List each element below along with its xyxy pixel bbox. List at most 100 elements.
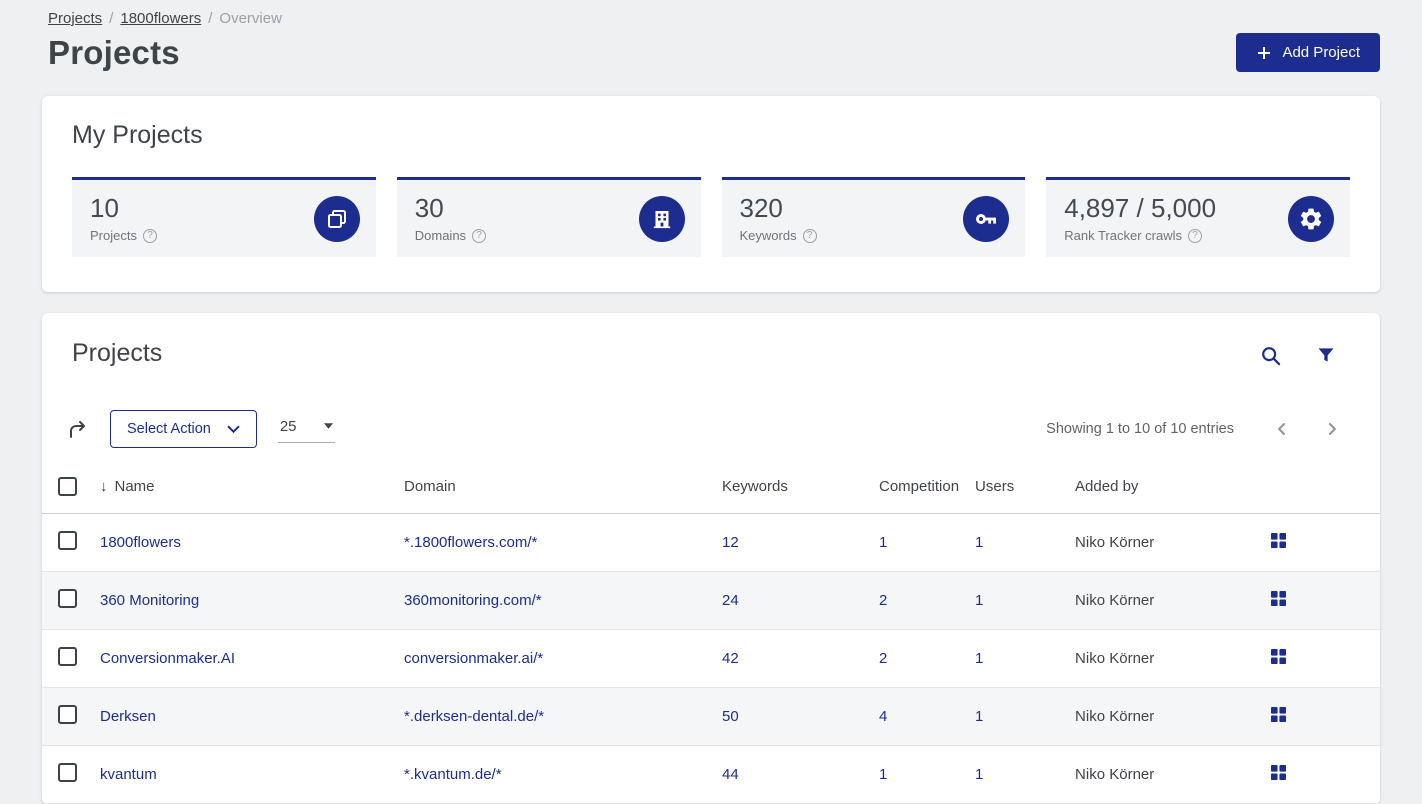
row-checkbox[interactable] xyxy=(58,763,77,782)
stat-domains-value: 30 xyxy=(415,194,486,223)
breadcrumb-separator: / xyxy=(208,10,212,27)
project-dashboard-icon[interactable] xyxy=(1271,765,1286,780)
table-row: 1800flowers *.1800flowers.com/* 12 1 1 N… xyxy=(42,514,1380,572)
stat-rank-tracker-value: 4,897 / 5,000 xyxy=(1064,194,1216,223)
plus-icon xyxy=(1256,45,1272,61)
project-dashboard-icon[interactable] xyxy=(1271,533,1286,548)
stat-projects-value: 10 xyxy=(90,194,157,223)
project-competition-link[interactable]: 1 xyxy=(879,534,887,551)
chevron-down-icon xyxy=(227,425,240,433)
select-action-dropdown[interactable]: Select Action xyxy=(110,410,257,448)
stat-domains: 30 Domains xyxy=(397,177,701,257)
stat-domains-label: Domains xyxy=(415,228,466,243)
add-project-label: Add Project xyxy=(1282,44,1360,61)
column-header-name[interactable]: ↓Name xyxy=(92,464,396,514)
projects-table-body: 1800flowers *.1800flowers.com/* 12 1 1 N… xyxy=(42,514,1380,804)
table-toolbar: Select Action 25 Showing 1 to 10 of 10 e… xyxy=(42,410,1380,448)
stat-projects-label: Projects xyxy=(90,228,137,243)
column-header-keywords[interactable]: Keywords xyxy=(714,464,871,514)
added-by-cell: Niko Körner xyxy=(1067,572,1263,630)
project-users-link[interactable]: 1 xyxy=(975,650,983,667)
showing-entries-text: Showing 1 to 10 of 10 entries xyxy=(1046,421,1234,437)
breadcrumb-project-link[interactable]: 1800flowers xyxy=(120,10,201,27)
stat-rank-tracker-label: Rank Tracker crawls xyxy=(1064,228,1182,243)
filter-icon[interactable] xyxy=(1316,345,1336,367)
project-name-link[interactable]: Conversionmaker.AI xyxy=(100,650,235,667)
keywords-icon xyxy=(963,196,1009,242)
project-users-link[interactable]: 1 xyxy=(975,592,983,609)
column-header-competition[interactable]: Competition xyxy=(871,464,967,514)
my-projects-card: My Projects 10 Projects 30 Doma xyxy=(42,96,1380,292)
column-header-added-by[interactable]: Added by xyxy=(1067,464,1263,514)
project-keywords-link[interactable]: 50 xyxy=(722,708,739,725)
table-row: kvantum *.kvantum.de/* 44 1 1 Niko Körne… xyxy=(42,746,1380,804)
select-all-checkbox[interactable] xyxy=(58,477,77,496)
page-size-value: 25 xyxy=(280,418,297,435)
project-users-link[interactable]: 1 xyxy=(975,708,983,725)
project-domain-link[interactable]: *.1800flowers.com/* xyxy=(404,534,537,551)
row-checkbox[interactable] xyxy=(58,647,77,666)
row-checkbox[interactable] xyxy=(58,589,77,608)
help-icon[interactable] xyxy=(803,229,817,243)
breadcrumb-current-page: Overview xyxy=(219,10,282,27)
my-projects-title: My Projects xyxy=(72,121,1350,150)
stat-projects: 10 Projects xyxy=(72,177,376,257)
projects-table-title: Projects xyxy=(72,339,162,368)
row-checkbox[interactable] xyxy=(58,531,77,550)
project-keywords-link[interactable]: 44 xyxy=(722,766,739,783)
project-users-link[interactable]: 1 xyxy=(975,534,983,551)
add-project-button[interactable]: Add Project xyxy=(1236,33,1380,72)
table-row: 360 Monitoring 360monitoring.com/* 24 2 … xyxy=(42,572,1380,630)
search-icon[interactable] xyxy=(1260,345,1282,367)
chevron-right-icon[interactable] xyxy=(1322,419,1342,439)
project-competition-link[interactable]: 1 xyxy=(879,766,887,783)
project-domain-link[interactable]: *.kvantum.de/* xyxy=(404,766,502,783)
domains-icon xyxy=(639,196,685,242)
project-name-link[interactable]: kvantum xyxy=(100,766,157,783)
projects-table: ↓Name Domain Keywords Competition Users … xyxy=(42,464,1380,804)
project-keywords-link[interactable]: 24 xyxy=(722,592,739,609)
stat-keywords-label: Keywords xyxy=(740,228,797,243)
title-row: Projects Add Project xyxy=(48,33,1380,72)
breadcrumb-projects-link[interactable]: Projects xyxy=(48,10,102,27)
forward-arrow-icon[interactable] xyxy=(66,417,90,441)
project-competition-link[interactable]: 2 xyxy=(879,650,887,667)
project-keywords-link[interactable]: 12 xyxy=(722,534,739,551)
project-users-link[interactable]: 1 xyxy=(975,766,983,783)
project-domain-link[interactable]: *.derksen-dental.de/* xyxy=(404,708,544,725)
stat-rank-tracker: 4,897 / 5,000 Rank Tracker crawls xyxy=(1046,177,1350,257)
added-by-cell: Niko Körner xyxy=(1067,688,1263,746)
help-icon[interactable] xyxy=(143,229,157,243)
row-checkbox[interactable] xyxy=(58,705,77,724)
project-dashboard-icon[interactable] xyxy=(1271,707,1286,722)
project-dashboard-icon[interactable] xyxy=(1271,591,1286,606)
column-header-users[interactable]: Users xyxy=(967,464,1067,514)
chevron-left-icon[interactable] xyxy=(1272,419,1292,439)
project-name-link[interactable]: 360 Monitoring xyxy=(100,592,199,609)
stat-keywords: 320 Keywords xyxy=(722,177,1026,257)
rank-tracker-icon xyxy=(1288,196,1334,242)
table-row: Derksen *.derksen-dental.de/* 50 4 1 Nik… xyxy=(42,688,1380,746)
project-domain-link[interactable]: 360monitoring.com/* xyxy=(404,592,542,609)
project-name-link[interactable]: 1800flowers xyxy=(100,534,181,551)
select-action-label: Select Action xyxy=(127,421,211,437)
sort-arrow-icon: ↓ xyxy=(100,478,108,495)
added-by-cell: Niko Körner xyxy=(1067,514,1263,572)
help-icon[interactable] xyxy=(472,229,486,243)
stat-keywords-value: 320 xyxy=(740,194,817,223)
project-dashboard-icon[interactable] xyxy=(1271,649,1286,664)
table-row: Conversionmaker.AI conversionmaker.ai/* … xyxy=(42,630,1380,688)
caret-down-icon xyxy=(324,423,333,429)
top-bar: Projects / 1800flowers / Overview Projec… xyxy=(0,0,1422,72)
pagination xyxy=(1272,419,1342,439)
table-header-row: ↓Name Domain Keywords Competition Users … xyxy=(42,464,1380,514)
project-domain-link[interactable]: conversionmaker.ai/* xyxy=(404,650,543,667)
project-competition-link[interactable]: 4 xyxy=(879,708,887,725)
page-size-select[interactable]: 25 xyxy=(278,416,335,443)
projects-card: Projects Select Action 25 Showing xyxy=(42,313,1380,804)
project-keywords-link[interactable]: 42 xyxy=(722,650,739,667)
project-name-link[interactable]: Derksen xyxy=(100,708,156,725)
column-header-domain[interactable]: Domain xyxy=(396,464,714,514)
help-icon[interactable] xyxy=(1188,229,1202,243)
project-competition-link[interactable]: 2 xyxy=(879,592,887,609)
